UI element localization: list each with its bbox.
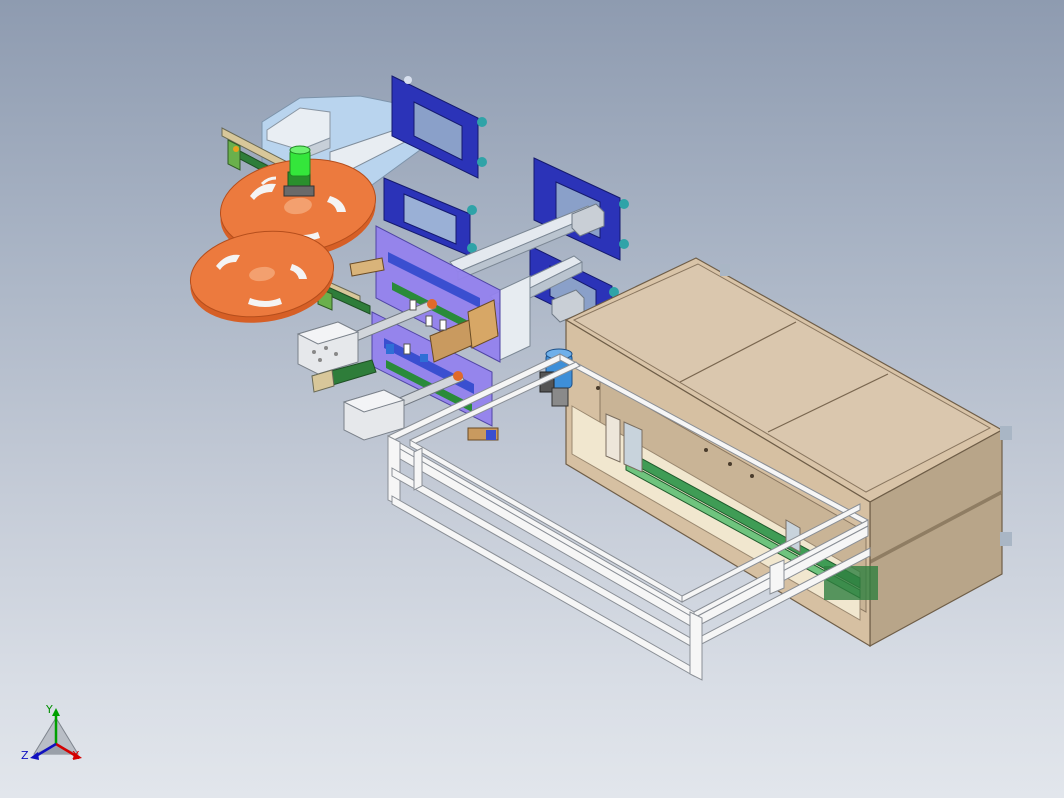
triad-z-label: Z	[21, 749, 29, 762]
triad-y-label: Y	[46, 703, 53, 716]
triad-x-label: X	[72, 749, 80, 762]
cad-viewport[interactable]: Y X Z	[0, 0, 1064, 798]
assembly-model[interactable]	[0, 0, 1064, 798]
orientation-triad[interactable]: Y X Z	[20, 700, 90, 770]
